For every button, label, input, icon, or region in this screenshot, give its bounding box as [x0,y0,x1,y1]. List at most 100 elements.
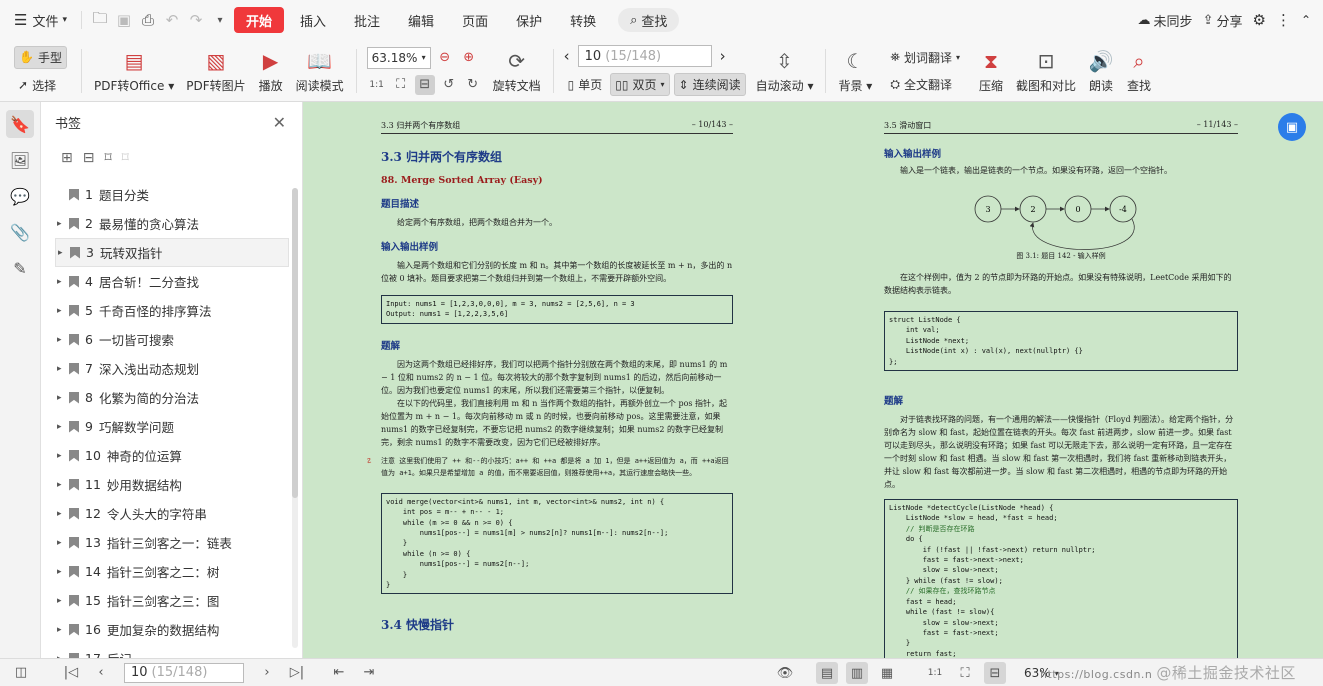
back-icon[interactable]: ⇤ [328,662,350,684]
play-button[interactable]: ▶ 播放 [252,43,290,99]
expand-arrow-icon[interactable]: ▸ [57,596,67,606]
bookmark-item[interactable]: ▸ 13 指针三剑客之一：链表 [55,528,289,557]
full-translate-button[interactable]: ⛭ 全文翻译 [886,74,964,95]
settings-icon[interactable]: ⚙ [1252,11,1265,29]
double-view-icon[interactable]: ▥ [846,662,868,684]
sidebar-scrollbar[interactable] [292,188,298,648]
tab-insert[interactable]: 插入 [288,7,338,33]
expand-arrow-icon[interactable]: ▸ [57,538,67,548]
screenshot-compare-button[interactable]: ⊡ 截图和对比 [1010,43,1082,99]
rotate-doc-button[interactable]: ⟳ 旋转文档 [487,43,547,99]
read-mode-button[interactable]: 📖 阅读模式 [290,43,350,99]
expand-arrow-icon[interactable]: ▸ [57,364,67,374]
pdf-to-office-button[interactable]: ▤ PDF转Office ▾ [88,43,180,99]
more-dropdown-icon[interactable]: ▾ [208,8,232,32]
collapse-icon[interactable]: ⌃ [1301,13,1311,27]
expand-arrow-icon[interactable]: ▸ [57,625,67,635]
next-page-icon[interactable]: › [720,47,726,65]
add-bookmark-icon[interactable]: ⌑ [104,150,111,166]
attachment-panel-icon[interactable]: 📎 [6,218,34,246]
more-icon[interactable]: ⋮ [1276,11,1291,29]
redo-icon[interactable]: ↷ [184,8,208,32]
find-button[interactable]: ⌕ 查找 [1120,43,1158,99]
file-menu[interactable]: ☰ 文件 ▾ [6,7,75,33]
prev-page-icon[interactable]: ‹ [564,47,570,65]
hand-tool-button[interactable]: ✋ 手型 [14,45,67,69]
fit-page-icon[interactable]: ⛶ [954,662,976,684]
signature-panel-icon[interactable]: ✎ [6,254,34,282]
bookmark-item[interactable]: ▸ 4 居合斩！二分查找 [55,267,289,296]
comment-panel-icon[interactable]: 💬 [6,182,34,210]
expand-arrow-icon[interactable]: ▸ [57,567,67,577]
tab-convert[interactable]: 转换 [558,7,608,33]
auto-scroll-button[interactable]: ⇳ 自动滚动 ▾ [750,43,820,99]
expand-arrow-icon[interactable]: ▸ [57,509,67,519]
rotate-left-icon[interactable]: ↺ [439,75,459,95]
tab-page[interactable]: 页面 [450,7,500,33]
prev-page-icon[interactable]: ‹ [90,662,112,684]
bookmark-item[interactable]: 1 题目分类 [55,180,289,209]
read-aloud-button[interactable]: 🔊 朗读 [1082,43,1120,99]
bookmark-item[interactable]: ▸ 2 最易懂的贪心算法 [55,209,289,238]
word-translate-button[interactable]: ⛯ 划词翻译 ▾ [886,47,964,68]
sync-status[interactable]: ☁ 未同步 [1138,11,1193,30]
expand-arrow-icon[interactable]: ▸ [57,335,67,345]
bookmark-item[interactable]: ▸ 10 神奇的位运算 [55,441,289,470]
rotate-right-icon[interactable]: ↻ [463,75,483,95]
bookmark-item[interactable]: ▸ 9 巧解数学问题 [55,412,289,441]
open-folder-icon[interactable]: 🗀 [88,8,112,32]
document-view[interactable]: 3.3 归并两个有序数组 – 10/143 – 3.3 归并两个有序数组 88.… [303,102,1323,658]
compress-button[interactable]: ⧗ 压缩 [972,43,1010,99]
thumbnail-panel-icon[interactable]: 🖼 [6,146,34,174]
first-page-icon[interactable]: |◁ [60,662,82,684]
bookmark-item[interactable]: ▸ 3 玩转双指针 [55,238,289,267]
print-icon[interactable]: ⎙ [136,8,160,32]
bookmark-item[interactable]: ▸ 6 一切皆可搜索 [55,325,289,354]
tab-edit[interactable]: 编辑 [396,7,446,33]
expand-arrow-icon[interactable]: ▸ [57,219,67,229]
search-button[interactable]: ⌕ 查找 [618,8,680,32]
share-button[interactable]: ⇪ 分享 [1203,11,1243,30]
sidebar-toggle-icon[interactable]: ◫ [10,662,32,684]
zoom-in-icon[interactable]: ⊕ [459,48,479,68]
expand-all-icon[interactable]: ⊞ [61,150,73,166]
last-page-icon[interactable]: ▷| [286,662,308,684]
zoom-out-icon[interactable]: ⊖ [435,48,455,68]
eye-protect-icon[interactable]: 👁 [774,662,796,684]
continuous-read-button[interactable]: ⇕ 连续阅读 [673,73,746,96]
expand-arrow-icon[interactable]: ▸ [57,422,67,432]
bookmark-item[interactable]: ▸ 7 深入浅出动态规划 [55,354,289,383]
bookmark-item[interactable]: ▸ 16 更加复杂的数据结构 [55,615,289,644]
status-page-input[interactable]: 10 (15/148) [124,662,244,683]
bookmark-item[interactable]: ▸ 5 千奇百怪的排序算法 [55,296,289,325]
floating-action-button[interactable]: ▣ [1278,113,1306,141]
expand-arrow-icon[interactable]: ▸ [58,248,68,258]
delete-bookmark-icon[interactable]: ⌑ [122,150,129,166]
tab-annotate[interactable]: 批注 [342,7,392,33]
page-input[interactable]: 10 (15/148) [577,45,712,67]
tab-start[interactable]: 开始 [234,7,285,33]
tab-protect[interactable]: 保护 [504,7,554,33]
collapse-all-icon[interactable]: ⊟ [83,150,95,166]
bookmark-item[interactable]: ▸ 14 指针三剑客之二：树 [55,557,289,586]
fit-width-icon[interactable]: ⊟ [984,662,1006,684]
expand-arrow-icon[interactable]: ▸ [57,393,67,403]
forward-icon[interactable]: ⇥ [358,662,380,684]
single-view-icon[interactable]: ▤ [816,662,838,684]
undo-icon[interactable]: ↶ [160,8,184,32]
bookmark-item[interactable]: ▸ 8 化繁为简的分治法 [55,383,289,412]
thumbnail-view-icon[interactable]: ▦ [876,662,898,684]
fit-width-icon[interactable]: ⊟ [414,74,435,95]
pdf-to-image-button[interactable]: ▧ PDF转图片 [180,43,251,99]
bookmark-item[interactable]: ▸ 15 指针三剑客之三：图 [55,586,289,615]
close-icon[interactable]: ✕ [273,113,286,132]
double-page-button[interactable]: ▯▯ 双页 ▾ [610,73,670,96]
actual-size-icon[interactable]: 1:1 [367,75,387,95]
next-page-icon[interactable]: › [256,662,278,684]
expand-arrow-icon[interactable]: ▸ [57,451,67,461]
expand-arrow-icon[interactable]: ▸ [57,277,67,287]
select-tool-button[interactable]: ➚ 选择 [14,75,67,96]
save-icon[interactable]: ▣ [112,8,136,32]
expand-arrow-icon[interactable]: ▸ [57,306,67,316]
single-page-button[interactable]: ▯ 单页 [564,73,607,96]
